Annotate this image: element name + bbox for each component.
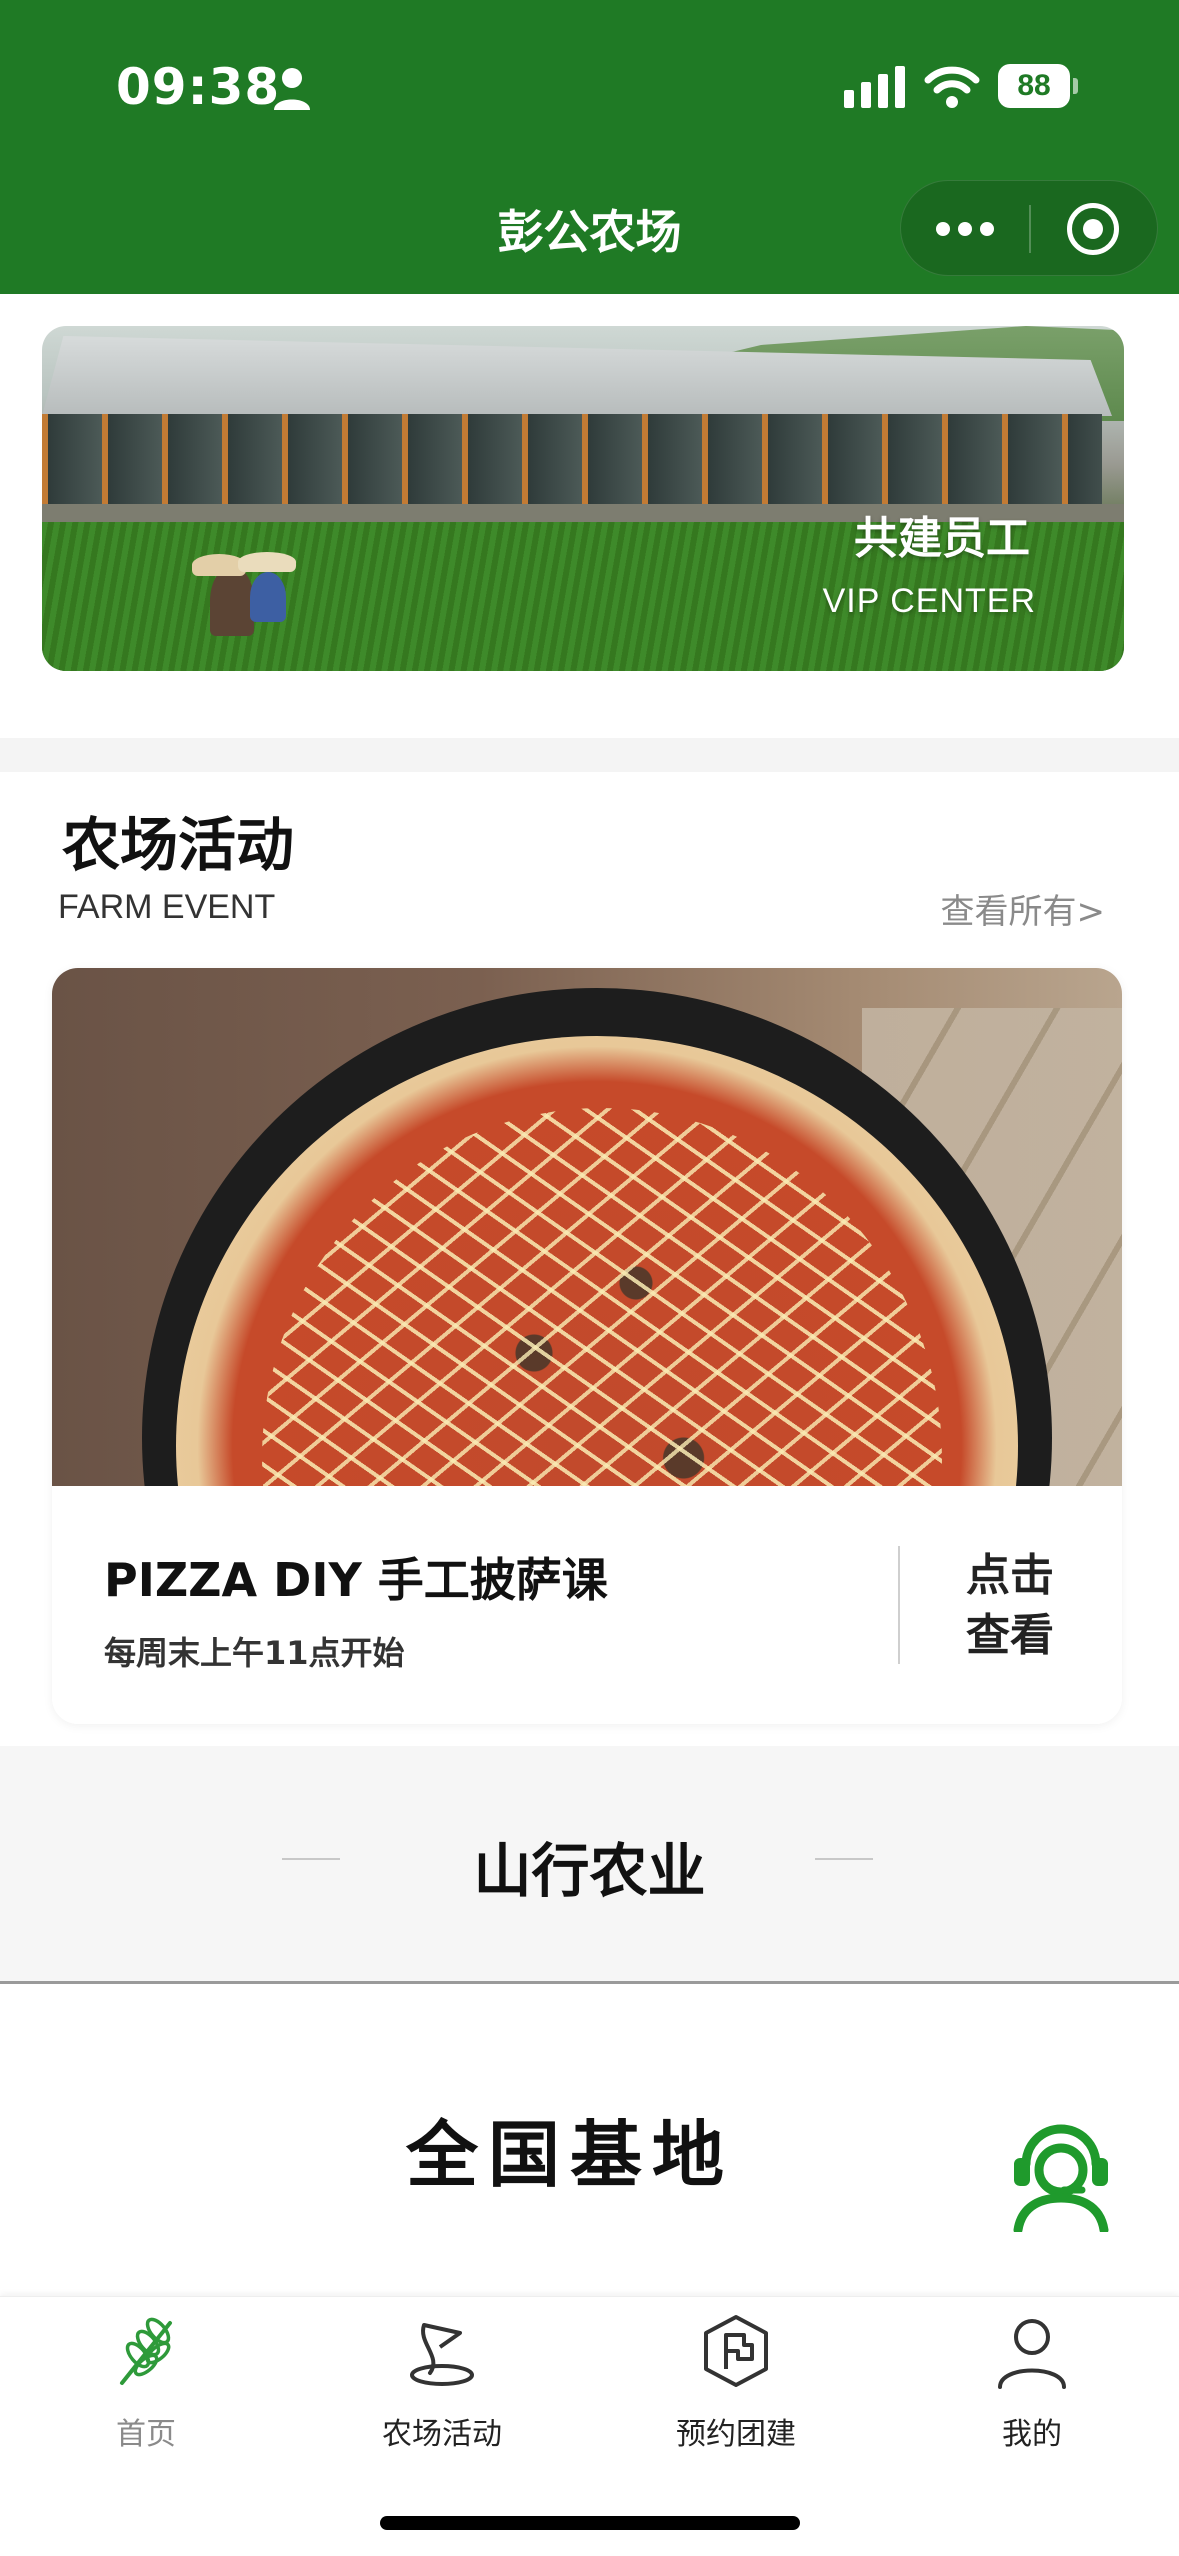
wheat-icon xyxy=(120,2317,172,2385)
golf-flag-icon xyxy=(410,2323,474,2386)
tab-farm-event-label: 农场活动 xyxy=(382,2417,502,2452)
more-dot-icon xyxy=(980,222,994,236)
tab-team-booking[interactable]: 预约团建 xyxy=(636,2313,836,2483)
event-cta-line1: 点击 xyxy=(966,1550,1054,1601)
tab-mine-label: 我的 xyxy=(1002,2417,1062,2452)
event-title: PIZZA DIY 手工披萨课 xyxy=(104,1553,608,1607)
tab-mine[interactable]: 我的 xyxy=(932,2313,1132,2483)
more-options-button[interactable] xyxy=(901,181,1029,277)
customer-service-icon[interactable] xyxy=(1004,2112,1118,2232)
tab-team-booking-label: 预约团建 xyxy=(676,2417,796,2452)
event-photo xyxy=(52,968,1122,1486)
cellular-signal-icon xyxy=(844,66,905,108)
view-all-link[interactable]: 查看所有> xyxy=(941,884,1106,933)
band-line-right xyxy=(815,1858,873,1860)
battery-level: 88 xyxy=(998,64,1070,108)
top-bar: 09:38 88 彭公农场 xyxy=(0,0,1179,294)
banner-subtitle: VIP CENTER xyxy=(822,582,1036,620)
banner-worker xyxy=(210,566,254,636)
banner-title: 共建员工 xyxy=(854,513,1030,564)
banner-worker xyxy=(250,572,286,622)
event-view-button[interactable]: 点击 查看 xyxy=(930,1546,1090,1666)
section-title-farm-event: 农场活动 xyxy=(62,811,295,879)
battery-tip xyxy=(1073,78,1078,94)
more-dot-icon xyxy=(936,222,950,236)
bases-title: 全国基地 xyxy=(405,2113,734,2197)
close-mini-program-button[interactable] xyxy=(1067,203,1119,255)
band-title: 山行农业 xyxy=(473,1837,706,1905)
mini-program-capsule xyxy=(900,180,1158,276)
tab-farm-event[interactable]: 农场活动 xyxy=(342,2313,542,2483)
event-card[interactable]: PIZZA DIY 手工披萨课 每周末上午11点开始 点击 查看 xyxy=(52,968,1122,1724)
home-indicator[interactable] xyxy=(380,2516,800,2530)
event-info: PIZZA DIY 手工披萨课 每周末上午11点开始 点击 查看 xyxy=(52,1486,1122,1724)
section-subtitle-farm-event: FARM EVENT xyxy=(58,888,276,926)
hexagon-flag-icon xyxy=(704,2315,768,2387)
event-divider xyxy=(898,1546,900,1664)
more-dot-icon xyxy=(958,222,972,236)
capsule-divider xyxy=(1029,205,1031,253)
banner-building xyxy=(42,414,1102,504)
event-cta-line2: 查看 xyxy=(966,1610,1054,1661)
brand-band: 山行农业 xyxy=(0,1746,1179,1984)
vip-center-banner[interactable]: 共建员工 VIP CENTER xyxy=(42,326,1124,671)
tab-home[interactable]: 首页 xyxy=(46,2313,246,2483)
wifi-icon xyxy=(924,66,980,108)
event-time: 每周末上午11点开始 xyxy=(104,1634,405,1672)
banner-worker xyxy=(238,552,296,572)
user-icon xyxy=(998,2319,1066,2389)
person-icon xyxy=(274,68,310,110)
tab-home-label: 首页 xyxy=(116,2417,176,2452)
battery-indicator: 88 xyxy=(998,64,1078,108)
section-separator xyxy=(0,738,1179,772)
status-time: 09:38 xyxy=(116,58,281,116)
